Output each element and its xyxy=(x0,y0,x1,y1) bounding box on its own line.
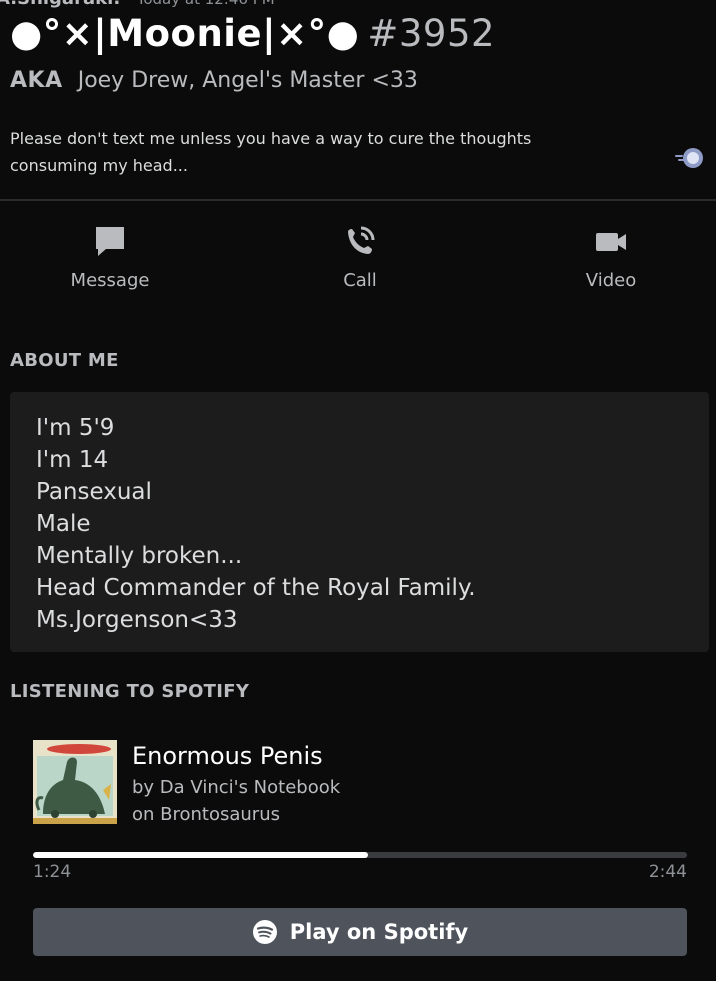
custom-status: Please don't text me unless you have a w… xyxy=(10,129,532,175)
message-icon xyxy=(96,227,124,256)
message-label: Message xyxy=(70,270,150,291)
album-art[interactable] xyxy=(33,740,117,824)
call-icon xyxy=(348,226,375,254)
about-line: Pansexual xyxy=(36,479,152,505)
total-duration: 2:44 xyxy=(648,862,687,882)
call-button[interactable]: Call xyxy=(290,224,430,291)
message-button[interactable]: Message xyxy=(40,224,180,291)
call-label: Call xyxy=(343,270,377,291)
about-me-heading: ABOUT ME xyxy=(10,350,119,371)
track-album[interactable]: on Brontosaurus xyxy=(132,804,280,825)
about-line: I'm 5'9 xyxy=(36,415,115,441)
about-line: Head Commander of the Royal Family. xyxy=(36,575,476,601)
spotify-heading: LISTENING TO SPOTIFY xyxy=(10,681,250,702)
playback-progress-fill xyxy=(33,852,368,858)
video-label: Video xyxy=(585,270,637,291)
previous-message-timestamp: Today at 12:46 PM xyxy=(137,0,275,8)
play-on-spotify-button[interactable]: Play on Spotify xyxy=(33,908,687,956)
track-artist[interactable]: by Da Vinci's Notebook xyxy=(132,777,340,798)
aka-names: Joey Drew, Angel's Master <33 xyxy=(77,68,418,93)
about-line: Mentally broken... xyxy=(36,543,243,569)
profile-username[interactable]: ●°×|Moonie|×°● #3952 xyxy=(10,12,495,55)
previous-message-header: A.Shigaraki: Today at 12:46 PM xyxy=(0,0,275,9)
nitro-boost-icon xyxy=(675,148,703,168)
about-line: I'm 14 xyxy=(36,447,109,473)
aka-label: AKA xyxy=(10,68,63,93)
elapsed-time: 1:24 xyxy=(33,862,72,882)
about-line: Male xyxy=(36,511,91,537)
spotify-icon xyxy=(252,920,277,944)
header-divider xyxy=(0,199,716,201)
playback-progress-bar xyxy=(33,852,687,858)
video-button[interactable]: Video xyxy=(541,224,681,291)
username-text: ●°×|Moonie|×°● xyxy=(10,12,360,55)
track-title[interactable]: Enormous Penis xyxy=(132,742,323,770)
discriminator: #3952 xyxy=(367,12,496,55)
about-line: Ms.Jorgenson<33 xyxy=(36,607,238,633)
previous-message-author: A.Shigaraki: xyxy=(0,0,120,9)
video-icon xyxy=(596,233,626,251)
about-me-box: I'm 5'9 I'm 14 Pansexual Male Mentally b… xyxy=(10,392,709,652)
aka-row: AKA Joey Drew, Angel's Master <33 xyxy=(10,68,418,93)
play-on-spotify-label: Play on Spotify xyxy=(289,920,469,944)
